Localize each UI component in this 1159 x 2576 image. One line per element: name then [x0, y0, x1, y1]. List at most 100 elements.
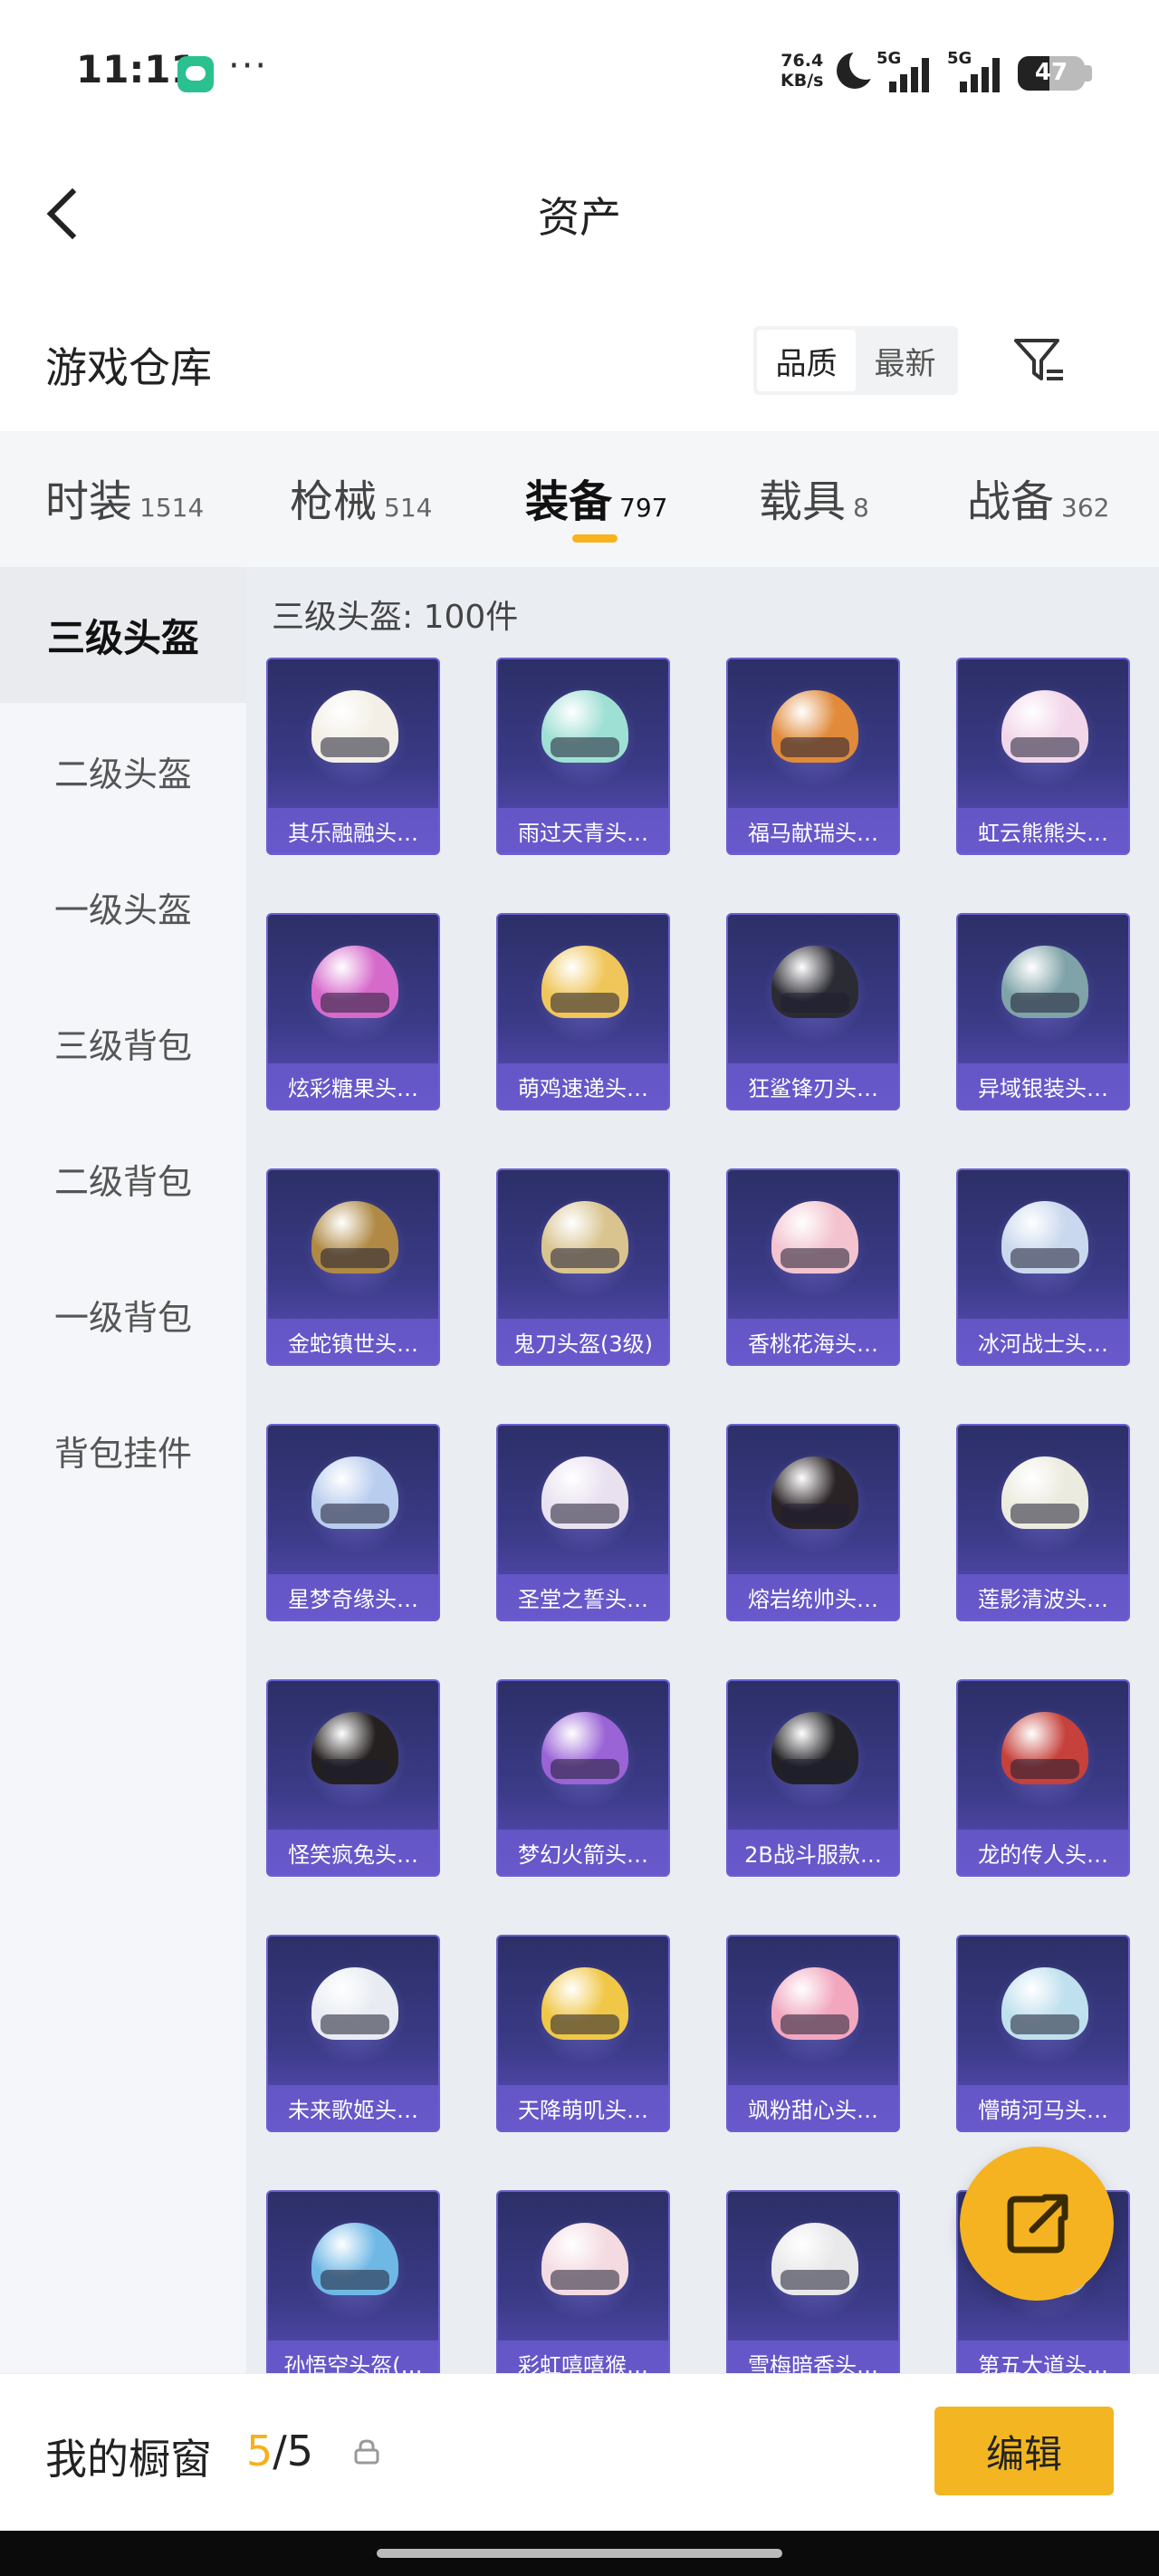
item-name: 梦幻火箭头… [518, 1841, 648, 1868]
helmet-item-card[interactable]: 冰河战士头… [956, 1168, 1130, 1366]
item-name: 香桃花海头… [748, 1331, 878, 1357]
more-notifications-icon: ··· [228, 45, 269, 87]
item-name: 第五大道头… [978, 2352, 1108, 2374]
item-name: 圣堂之誓头… [518, 1586, 648, 1612]
helmet-item-card[interactable]: 梦幻火箭头… [496, 1679, 670, 1877]
sidebar-item-level2-backpack[interactable]: 二级背包 [0, 1110, 246, 1246]
item-name: 雪梅暗香头… [748, 2352, 878, 2374]
helmet-item-card[interactable]: 鬼刀头盔(3级) [496, 1168, 670, 1366]
showcase-count-used: 5 [246, 2427, 273, 2475]
warehouse-title: 游戏仓库 [45, 343, 212, 392]
showcase-count-sep: / [273, 2427, 287, 2475]
sidebar-item-level2-helmet[interactable]: 二级头盔 [0, 703, 246, 839]
item-name: 彩虹嘻嘻猴… [518, 2352, 648, 2374]
sidebar-item-level1-helmet[interactable]: 一级头盔 [0, 839, 246, 975]
helmet-item-card[interactable]: 懵萌河马头… [956, 1935, 1130, 2132]
tab-gear[interactable]: 战备 362 [967, 466, 1109, 529]
item-name: 虹云熊熊头… [978, 820, 1108, 846]
tab-label: 枪械 [290, 476, 378, 527]
helmet-item-card[interactable]: 莲影清波头… [956, 1424, 1130, 1621]
sort-option-quality[interactable]: 品质 [757, 330, 856, 391]
edit-button[interactable]: 编辑 [934, 2407, 1114, 2495]
item-name: 狂鲨锋刃头… [748, 1075, 878, 1101]
tab-equipment[interactable]: 装备 797 [525, 466, 667, 529]
tab-count: 362 [1061, 493, 1110, 523]
wechat-icon [177, 56, 214, 92]
helmet-item-card[interactable]: 萌鸡速递头… [496, 913, 670, 1110]
tab-vehicles[interactable]: 载具 8 [759, 466, 869, 529]
helmet-item-card[interactable]: 未来歌姬头… [266, 1935, 440, 2132]
signal-label: 5G [876, 49, 902, 68]
item-name: 异域银装头… [978, 1075, 1108, 1101]
signal-icon: 5G [876, 49, 940, 92]
sidebar-item-backpack-charm[interactable]: 背包挂件 [0, 1382, 246, 1518]
tab-fashion[interactable]: 时装 1514 [45, 466, 204, 529]
tab-count: 1514 [139, 493, 205, 523]
home-indicator[interactable] [377, 2549, 782, 2558]
sidebar-item-level3-backpack[interactable]: 三级背包 [0, 975, 246, 1110]
helmet-item-card[interactable]: 2B战斗服款… [726, 1679, 900, 1877]
helmet-item-card[interactable]: 狂鲨锋刃头… [726, 913, 900, 1110]
status-bar: 11:11 ··· 76.4 KB/s 5G 5G 47 [0, 0, 1159, 145]
tab-weapons[interactable]: 枪械 514 [290, 466, 432, 529]
item-name: 金蛇镇世头… [288, 1331, 418, 1357]
helmet-item-card[interactable]: 雨过天青头… [496, 658, 670, 855]
tab-label: 装备 [525, 476, 613, 527]
item-name: 福马献瑞头… [748, 820, 878, 846]
item-name: 龙的传人头… [978, 1841, 1108, 1868]
helmet-item-card[interactable]: 孙悟空头盔(… [266, 2190, 440, 2373]
helmet-item-card[interactable]: 雪梅暗香头… [726, 2190, 900, 2373]
signal-icon-2: 5G [947, 49, 1011, 92]
tab-count: 8 [853, 493, 869, 523]
helmet-item-card[interactable]: 圣堂之誓头… [496, 1424, 670, 1621]
item-count-label: 三级头盔: 100件 [272, 599, 519, 636]
system-nav-bar [0, 2531, 1159, 2576]
showcase-count-total: 5 [286, 2427, 314, 2475]
item-name: 熔岩统帅头… [748, 1586, 878, 1612]
helmet-item-card[interactable]: 香桃花海头… [726, 1168, 900, 1366]
helmet-item-card[interactable]: 异域银装头… [956, 913, 1130, 1110]
showcase-label: 我的橱窗 [45, 2435, 212, 2484]
page-title: 资产 [538, 193, 621, 242]
item-name: 孙悟空头盔(… [283, 2352, 423, 2374]
network-speed-unit: KB/s [781, 71, 824, 91]
helmet-item-card[interactable]: 金蛇镇世头… [266, 1168, 440, 1366]
helmet-item-card[interactable]: 炫彩糖果头… [266, 913, 440, 1110]
item-name: 天降萌叽头… [518, 2097, 648, 2123]
tab-label: 载具 [759, 476, 847, 527]
helmet-item-card[interactable]: 龙的传人头… [956, 1679, 1130, 1877]
helmet-item-card[interactable]: 怪笑疯兔头… [266, 1679, 440, 1877]
sidebar-item-level1-backpack[interactable]: 一级背包 [0, 1246, 246, 1382]
helmet-item-card[interactable]: 飒粉甜心头… [726, 1935, 900, 2132]
network-speed-value: 76.4 [781, 51, 824, 71]
tab-label: 战备 [967, 476, 1055, 527]
helmet-item-card[interactable]: 福马献瑞头… [726, 658, 900, 855]
signal-label-2: 5G [947, 49, 972, 68]
helmet-item-card[interactable]: 天降萌叽头… [496, 1935, 670, 2132]
subcategory-sidebar: 三级头盔 二级头盔 一级头盔 三级背包 二级背包 一级背包 背包挂件 [0, 567, 246, 2373]
item-grid-panel: 三级头盔: 100件 其乐融融头… 雨过天青头… 福马献瑞头… 虹云熊熊头… 炫彩糖果头… [246, 567, 1159, 2373]
filter-button[interactable] [1011, 332, 1068, 389]
battery-icon: 47 [1018, 56, 1085, 91]
share-button[interactable] [960, 2147, 1114, 2301]
helmet-item-card[interactable]: 虹云熊熊头… [956, 658, 1130, 855]
filter-icon [1014, 339, 1063, 380]
battery-level: 47 [1034, 59, 1068, 86]
item-name: 怪笑疯兔头… [288, 1841, 418, 1868]
item-name: 雨过天青头… [518, 820, 648, 846]
tab-count: 797 [619, 493, 668, 523]
item-name: 飒粉甜心头… [748, 2097, 878, 2123]
item-name: 其乐融融头… [288, 820, 418, 846]
item-name: 未来歌姬头… [288, 2097, 418, 2123]
showcase-bar: 我的橱窗 5/5 编辑 [0, 2373, 1159, 2531]
lock-icon [353, 2439, 380, 2465]
item-name: 冰河战士头… [978, 1331, 1108, 1357]
helmet-item-card[interactable]: 彩虹嘻嘻猴… [496, 2190, 670, 2373]
helmet-item-card[interactable]: 熔岩统帅头… [726, 1424, 900, 1621]
helmet-item-card[interactable]: 星梦奇缘头… [266, 1424, 440, 1621]
helmet-item-card[interactable]: 其乐融融头… [266, 658, 440, 855]
sort-option-newest[interactable]: 最新 [856, 330, 954, 391]
sort-toggle: 品质 最新 [753, 326, 958, 395]
item-name: 莲影清波头… [978, 1586, 1108, 1612]
sidebar-item-level3-helmet[interactable]: 三级头盔 [0, 567, 246, 703]
